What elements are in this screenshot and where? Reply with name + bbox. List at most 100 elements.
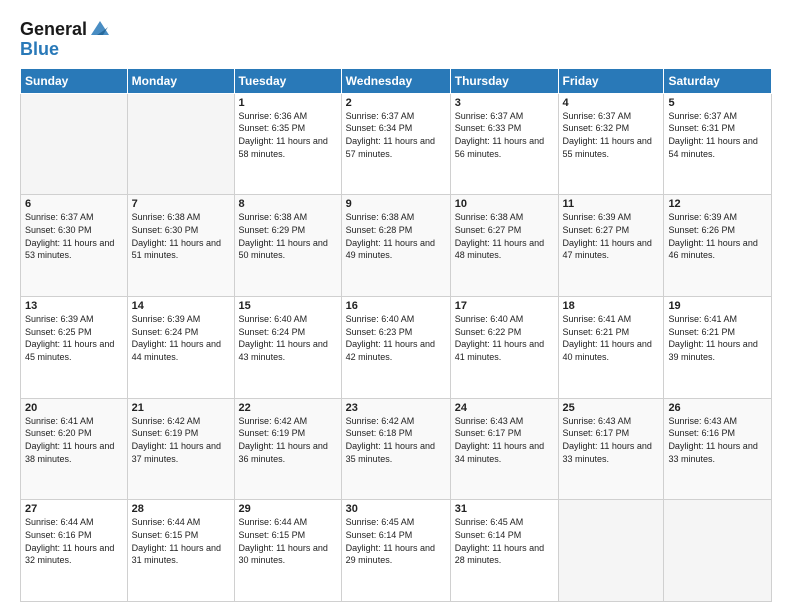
calendar-col-header: Sunday	[21, 68, 128, 93]
day-info: Sunrise: 6:41 AMSunset: 6:21 PMDaylight:…	[563, 314, 652, 362]
calendar-cell: 28 Sunrise: 6:44 AMSunset: 6:15 PMDaylig…	[127, 500, 234, 602]
day-number: 6	[25, 198, 123, 210]
day-number: 29	[239, 503, 337, 515]
calendar-cell: 8 Sunrise: 6:38 AMSunset: 6:29 PMDayligh…	[234, 195, 341, 297]
day-info: Sunrise: 6:44 AMSunset: 6:16 PMDaylight:…	[25, 517, 114, 565]
day-info: Sunrise: 6:44 AMSunset: 6:15 PMDaylight:…	[132, 517, 221, 565]
day-info: Sunrise: 6:39 AMSunset: 6:24 PMDaylight:…	[132, 314, 221, 362]
day-info: Sunrise: 6:38 AMSunset: 6:27 PMDaylight:…	[455, 212, 544, 260]
calendar-cell: 30 Sunrise: 6:45 AMSunset: 6:14 PMDaylig…	[341, 500, 450, 602]
day-number: 12	[668, 198, 767, 210]
day-info: Sunrise: 6:43 AMSunset: 6:17 PMDaylight:…	[563, 416, 652, 464]
calendar-week-row: 27 Sunrise: 6:44 AMSunset: 6:16 PMDaylig…	[21, 500, 772, 602]
calendar-cell	[664, 500, 772, 602]
calendar-cell: 24 Sunrise: 6:43 AMSunset: 6:17 PMDaylig…	[450, 398, 558, 500]
page: General Blue SundayMondayTuesdayWednesda…	[0, 0, 792, 612]
calendar-cell: 22 Sunrise: 6:42 AMSunset: 6:19 PMDaylig…	[234, 398, 341, 500]
day-info: Sunrise: 6:39 AMSunset: 6:25 PMDaylight:…	[25, 314, 114, 362]
calendar-col-header: Thursday	[450, 68, 558, 93]
calendar-cell: 19 Sunrise: 6:41 AMSunset: 6:21 PMDaylig…	[664, 297, 772, 399]
calendar-col-header: Friday	[558, 68, 664, 93]
day-info: Sunrise: 6:45 AMSunset: 6:14 PMDaylight:…	[346, 517, 435, 565]
day-number: 3	[455, 97, 554, 109]
day-info: Sunrise: 6:41 AMSunset: 6:20 PMDaylight:…	[25, 416, 114, 464]
calendar-cell: 26 Sunrise: 6:43 AMSunset: 6:16 PMDaylig…	[664, 398, 772, 500]
calendar-cell: 5 Sunrise: 6:37 AMSunset: 6:31 PMDayligh…	[664, 93, 772, 195]
calendar-cell: 29 Sunrise: 6:44 AMSunset: 6:15 PMDaylig…	[234, 500, 341, 602]
calendar-cell: 10 Sunrise: 6:38 AMSunset: 6:27 PMDaylig…	[450, 195, 558, 297]
day-number: 25	[563, 402, 660, 414]
day-number: 8	[239, 198, 337, 210]
day-number: 16	[346, 300, 446, 312]
day-info: Sunrise: 6:41 AMSunset: 6:21 PMDaylight:…	[668, 314, 757, 362]
calendar-cell: 2 Sunrise: 6:37 AMSunset: 6:34 PMDayligh…	[341, 93, 450, 195]
day-info: Sunrise: 6:42 AMSunset: 6:19 PMDaylight:…	[239, 416, 328, 464]
day-info: Sunrise: 6:40 AMSunset: 6:24 PMDaylight:…	[239, 314, 328, 362]
calendar-cell: 18 Sunrise: 6:41 AMSunset: 6:21 PMDaylig…	[558, 297, 664, 399]
day-number: 9	[346, 198, 446, 210]
day-info: Sunrise: 6:38 AMSunset: 6:28 PMDaylight:…	[346, 212, 435, 260]
calendar-cell: 16 Sunrise: 6:40 AMSunset: 6:23 PMDaylig…	[341, 297, 450, 399]
calendar-cell: 3 Sunrise: 6:37 AMSunset: 6:33 PMDayligh…	[450, 93, 558, 195]
day-info: Sunrise: 6:37 AMSunset: 6:32 PMDaylight:…	[563, 111, 652, 159]
calendar-cell	[127, 93, 234, 195]
calendar-cell: 27 Sunrise: 6:44 AMSunset: 6:16 PMDaylig…	[21, 500, 128, 602]
calendar-cell: 9 Sunrise: 6:38 AMSunset: 6:28 PMDayligh…	[341, 195, 450, 297]
day-info: Sunrise: 6:44 AMSunset: 6:15 PMDaylight:…	[239, 517, 328, 565]
calendar-cell: 15 Sunrise: 6:40 AMSunset: 6:24 PMDaylig…	[234, 297, 341, 399]
day-info: Sunrise: 6:42 AMSunset: 6:19 PMDaylight:…	[132, 416, 221, 464]
day-info: Sunrise: 6:40 AMSunset: 6:23 PMDaylight:…	[346, 314, 435, 362]
day-info: Sunrise: 6:39 AMSunset: 6:26 PMDaylight:…	[668, 212, 757, 260]
calendar-cell: 21 Sunrise: 6:42 AMSunset: 6:19 PMDaylig…	[127, 398, 234, 500]
calendar-cell: 13 Sunrise: 6:39 AMSunset: 6:25 PMDaylig…	[21, 297, 128, 399]
calendar-cell: 4 Sunrise: 6:37 AMSunset: 6:32 PMDayligh…	[558, 93, 664, 195]
day-info: Sunrise: 6:42 AMSunset: 6:18 PMDaylight:…	[346, 416, 435, 464]
header: General Blue	[20, 16, 772, 60]
calendar-col-header: Saturday	[664, 68, 772, 93]
day-info: Sunrise: 6:38 AMSunset: 6:29 PMDaylight:…	[239, 212, 328, 260]
day-info: Sunrise: 6:43 AMSunset: 6:17 PMDaylight:…	[455, 416, 544, 464]
calendar-cell	[558, 500, 664, 602]
day-number: 28	[132, 503, 230, 515]
day-info: Sunrise: 6:37 AMSunset: 6:31 PMDaylight:…	[668, 111, 757, 159]
day-info: Sunrise: 6:40 AMSunset: 6:22 PMDaylight:…	[455, 314, 544, 362]
calendar-week-row: 20 Sunrise: 6:41 AMSunset: 6:20 PMDaylig…	[21, 398, 772, 500]
calendar-cell: 11 Sunrise: 6:39 AMSunset: 6:27 PMDaylig…	[558, 195, 664, 297]
day-number: 31	[455, 503, 554, 515]
logo-text-general: General	[20, 20, 87, 40]
calendar-cell: 25 Sunrise: 6:43 AMSunset: 6:17 PMDaylig…	[558, 398, 664, 500]
logo-text-blue: Blue	[20, 39, 59, 59]
day-number: 1	[239, 97, 337, 109]
calendar-col-header: Monday	[127, 68, 234, 93]
calendar-cell: 31 Sunrise: 6:45 AMSunset: 6:14 PMDaylig…	[450, 500, 558, 602]
calendar-header-row: SundayMondayTuesdayWednesdayThursdayFrid…	[21, 68, 772, 93]
day-number: 27	[25, 503, 123, 515]
day-number: 26	[668, 402, 767, 414]
day-number: 23	[346, 402, 446, 414]
calendar-col-header: Tuesday	[234, 68, 341, 93]
day-info: Sunrise: 6:43 AMSunset: 6:16 PMDaylight:…	[668, 416, 757, 464]
calendar-cell: 20 Sunrise: 6:41 AMSunset: 6:20 PMDaylig…	[21, 398, 128, 500]
calendar-table: SundayMondayTuesdayWednesdayThursdayFrid…	[20, 68, 772, 602]
calendar-week-row: 13 Sunrise: 6:39 AMSunset: 6:25 PMDaylig…	[21, 297, 772, 399]
day-number: 24	[455, 402, 554, 414]
calendar-col-header: Wednesday	[341, 68, 450, 93]
calendar-cell: 12 Sunrise: 6:39 AMSunset: 6:26 PMDaylig…	[664, 195, 772, 297]
day-number: 20	[25, 402, 123, 414]
day-number: 2	[346, 97, 446, 109]
day-number: 14	[132, 300, 230, 312]
day-number: 30	[346, 503, 446, 515]
calendar-week-row: 1 Sunrise: 6:36 AMSunset: 6:35 PMDayligh…	[21, 93, 772, 195]
day-number: 15	[239, 300, 337, 312]
calendar-cell: 6 Sunrise: 6:37 AMSunset: 6:30 PMDayligh…	[21, 195, 128, 297]
day-number: 4	[563, 97, 660, 109]
logo: General Blue	[20, 20, 111, 60]
day-info: Sunrise: 6:37 AMSunset: 6:33 PMDaylight:…	[455, 111, 544, 159]
day-number: 17	[455, 300, 554, 312]
day-number: 11	[563, 198, 660, 210]
day-info: Sunrise: 6:45 AMSunset: 6:14 PMDaylight:…	[455, 517, 544, 565]
day-number: 19	[668, 300, 767, 312]
day-number: 22	[239, 402, 337, 414]
calendar-cell: 14 Sunrise: 6:39 AMSunset: 6:24 PMDaylig…	[127, 297, 234, 399]
calendar-cell: 1 Sunrise: 6:36 AMSunset: 6:35 PMDayligh…	[234, 93, 341, 195]
